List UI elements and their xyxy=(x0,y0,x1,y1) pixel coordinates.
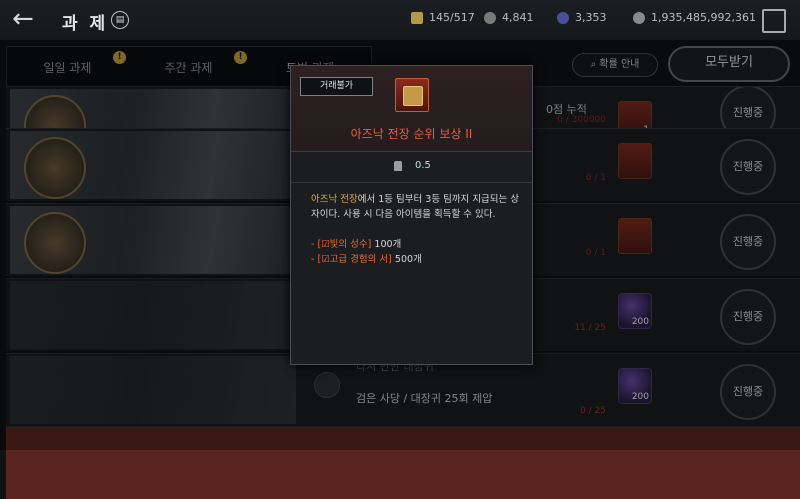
top-bar: ← 과 제 ▤ 145/517 4,841 3,353 1,935,485,99… xyxy=(0,0,800,40)
untradeable-badge: 거래불가 xyxy=(300,77,373,96)
item-name: 아즈낙 전장 순위 보상 II xyxy=(350,127,473,141)
item-description: 아즈낙 전장에서 1등 팀부터 3등 팀까지 지급되는 상자이다. 사용 시 다… xyxy=(311,192,521,222)
reward-item-link[interactable]: [☑빛의 성수] xyxy=(317,239,371,250)
resource-2: 4,841 xyxy=(484,11,534,24)
page-title: 과 제 xyxy=(62,14,109,34)
gem-icon xyxy=(557,11,569,24)
reward-list-item: - [☑고급 경험의 서] 500개 xyxy=(311,252,521,267)
silver-icon xyxy=(484,11,496,24)
tooltip-header: 거래불가 아즈낙 전장 순위 보상 II xyxy=(291,66,532,152)
resource-3-value: 3,353 xyxy=(575,11,607,24)
book-icon[interactable]: ▤ xyxy=(111,11,129,29)
item-tooltip: 거래불가 아즈낙 전장 순위 보상 II 0.5 아즈낙 전장에서 1등 팀부터… xyxy=(290,65,533,365)
reward-item-link[interactable]: [☑고급 경험의 서] xyxy=(317,254,391,265)
reward-list: - [☑빛의 성수] 100개 - [☑고급 경험의 서] 500개 xyxy=(311,237,521,267)
treasure-box-icon xyxy=(395,78,429,112)
resource-2-value: 4,841 xyxy=(502,11,534,24)
reward-list-item: - [☑빛의 성수] 100개 xyxy=(311,237,521,252)
coin-icon xyxy=(411,11,423,24)
reward-item-qty: 100개 xyxy=(371,239,402,250)
silver-coin-icon xyxy=(633,11,645,24)
resource-1: 145/517 xyxy=(411,11,475,24)
back-arrow-icon[interactable]: ← xyxy=(12,6,42,32)
exit-icon[interactable] xyxy=(762,9,786,33)
reward-item-qty: 500개 xyxy=(391,254,422,265)
resource-1-value: 145/517 xyxy=(429,11,475,24)
weight-row: 0.5 xyxy=(291,152,532,183)
weight-icon xyxy=(394,161,402,171)
resource-4: 1,935,485,992,361 xyxy=(633,11,756,24)
resource-3: 3,353 xyxy=(557,11,607,24)
weight-value: 0.5 xyxy=(415,160,431,171)
desc-highlight: 아즈낙 전장 xyxy=(311,194,358,205)
resource-4-value: 1,935,485,992,361 xyxy=(651,11,756,24)
